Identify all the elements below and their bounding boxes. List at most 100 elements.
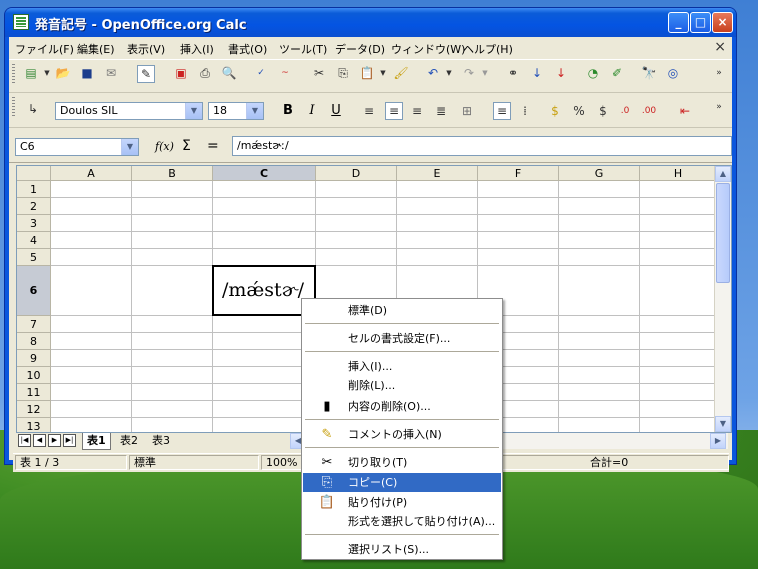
menu-item-insert-comment[interactable]: ✎ コメントの挿入(N)	[303, 425, 501, 444]
spellcheck-icon[interactable]: ✓	[253, 65, 269, 81]
next-sheet-icon[interactable]: ▶	[48, 434, 61, 447]
copy-toolbar-icon[interactable]: ⎘	[335, 65, 351, 81]
toolbar-grip[interactable]	[12, 64, 15, 84]
menu-item-copy[interactable]: ⎘ コピー(C)	[303, 473, 501, 492]
format-paintbrush-icon[interactable]: 🖌	[393, 65, 409, 81]
menu-item-paste[interactable]: 📋 貼り付け(P)	[303, 493, 501, 512]
column-header-h[interactable]: H	[640, 166, 717, 181]
function-wizard-icon[interactable]: f(x)	[155, 140, 174, 153]
cut-icon[interactable]: ✂	[311, 65, 327, 81]
underline-button[interactable]: U	[327, 102, 345, 120]
add-decimal-icon[interactable]: .0	[617, 103, 633, 119]
edit-mode-icon[interactable]: ✎	[137, 65, 155, 83]
row-header-6[interactable]: 6	[17, 266, 51, 316]
toolbar-overflow-icon[interactable]: »	[711, 65, 727, 81]
open-icon[interactable]: 📂	[55, 65, 71, 81]
chevron-down-icon[interactable]: ▼	[185, 103, 202, 119]
row-header-3[interactable]: 3	[17, 215, 51, 232]
chevron-down-icon[interactable]: ▼	[121, 139, 138, 155]
menu-item-delete[interactable]: 削除(L)...	[303, 376, 501, 395]
sort-descending-icon[interactable]: ↓	[553, 65, 569, 81]
sum-icon[interactable]: Σ	[182, 138, 191, 154]
minimize-button[interactable]: _	[668, 12, 689, 33]
new-dropdown-icon[interactable]: ▼	[39, 65, 55, 81]
column-header-b[interactable]: B	[132, 166, 213, 181]
print-preview-icon[interactable]: 🔍	[221, 65, 237, 81]
menu-file[interactable]: ファイル(F)	[15, 41, 74, 57]
new-document-icon[interactable]: ▤	[23, 65, 39, 81]
menu-insert[interactable]: 挿入(I)	[180, 41, 214, 57]
row-header-5[interactable]: 5	[17, 249, 51, 266]
undo-dropdown-icon[interactable]: ▼	[441, 65, 457, 81]
merge-cells-icon[interactable]: ⊞	[459, 103, 475, 119]
menu-item-default[interactable]: 標準(D)	[303, 301, 501, 320]
autospell-icon[interactable]: ~	[277, 65, 293, 81]
find-replace-icon[interactable]: 🔭	[641, 65, 657, 81]
sheet-tab-2[interactable]: 表2	[116, 433, 142, 449]
chart-icon[interactable]: ◔	[585, 65, 601, 81]
sheet-tab-3[interactable]: 表3	[148, 433, 174, 449]
scroll-right-icon[interactable]: ▶	[710, 433, 726, 449]
vertical-align-icon[interactable]: ⁞	[517, 103, 533, 119]
undo-icon[interactable]: ↶	[425, 65, 441, 81]
mail-icon[interactable]: ✉	[103, 65, 119, 81]
toolbar-grip[interactable]	[12, 97, 15, 117]
row-header-1[interactable]: 1	[17, 181, 51, 198]
paste-toolbar-icon[interactable]: 📋	[359, 65, 375, 81]
row-header-9[interactable]: 9	[17, 350, 51, 367]
vertical-scrollbar[interactable]: ▲ ▼	[714, 166, 731, 432]
paste-dropdown-icon[interactable]: ▼	[375, 65, 391, 81]
redo-icon[interactable]: ↷	[461, 65, 477, 81]
column-header-f[interactable]: F	[478, 166, 559, 181]
row-header-11[interactable]: 11	[17, 384, 51, 401]
percent-icon[interactable]: %	[571, 103, 587, 119]
save-icon[interactable]: ■	[79, 65, 95, 81]
menu-item-paste-special[interactable]: 形式を選択して貼り付け(A)...	[303, 512, 501, 531]
scroll-down-icon[interactable]: ▼	[715, 416, 731, 432]
menu-window[interactable]: ウィンドウ(W)	[391, 41, 465, 57]
row-header-2[interactable]: 2	[17, 198, 51, 215]
row-header-13[interactable]: 13	[17, 418, 51, 432]
last-sheet-icon[interactable]: ▶|	[63, 434, 76, 447]
function-icon[interactable]: =	[207, 138, 219, 154]
bold-button[interactable]: B	[279, 102, 297, 120]
chevron-down-icon[interactable]: ▼	[246, 103, 263, 119]
close-button[interactable]: ×	[712, 12, 733, 33]
maximize-button[interactable]: □	[690, 12, 711, 33]
first-sheet-icon[interactable]: |◀	[18, 434, 31, 447]
menu-item-format-cells[interactable]: セルの書式設定(F)...	[303, 329, 501, 348]
menu-item-clear-contents[interactable]: ▮ 内容の削除(O)...	[303, 397, 501, 416]
menu-edit[interactable]: 編集(E)	[77, 41, 115, 57]
menu-tools[interactable]: ツール(T)	[279, 41, 327, 57]
draw-functions-icon[interactable]: ✐	[609, 65, 625, 81]
redo-dropdown-icon[interactable]: ▼	[477, 65, 493, 81]
column-header-g[interactable]: G	[559, 166, 640, 181]
title-bar[interactable]: 発音記号 - OpenOffice.org Calc _ □ ×	[5, 8, 736, 37]
hyperlink-icon[interactable]: ⚭	[505, 65, 521, 81]
align-left-icon[interactable]: ≡	[361, 103, 377, 119]
sort-ascending-icon[interactable]: ↓	[529, 65, 545, 81]
print-icon[interactable]: ⎙	[197, 65, 213, 81]
close-document-icon[interactable]: ×	[714, 39, 726, 55]
menu-item-selection-list[interactable]: 選択リスト(S)...	[303, 540, 501, 559]
row-header-10[interactable]: 10	[17, 367, 51, 384]
column-header-d[interactable]: D	[316, 166, 397, 181]
font-name-combo[interactable]: Doulos SIL ▼	[55, 102, 203, 120]
row-header-12[interactable]: 12	[17, 401, 51, 418]
name-box[interactable]: C6 ▼	[15, 138, 139, 156]
align-right-icon[interactable]: ≡	[409, 103, 425, 119]
justify-icon[interactable]: ≣	[433, 103, 449, 119]
menu-format[interactable]: 書式(O)	[228, 41, 267, 57]
sheet-tab-1[interactable]: 表1	[82, 433, 111, 450]
menu-help[interactable]: ヘルプ(H)	[463, 41, 513, 57]
wrap-text-icon[interactable]: ≡	[493, 102, 511, 120]
prev-sheet-icon[interactable]: ◀	[33, 434, 46, 447]
page-style[interactable]: 標準	[129, 455, 259, 470]
column-header-e[interactable]: E	[397, 166, 478, 181]
pdf-export-icon[interactable]: ▣	[173, 65, 189, 81]
standard-format-icon[interactable]: $	[595, 103, 611, 119]
delete-decimal-icon[interactable]: .00	[641, 103, 657, 119]
row-header-4[interactable]: 4	[17, 232, 51, 249]
navigator-icon[interactable]: ◎	[665, 65, 681, 81]
number-format-currency-icon[interactable]: $	[547, 103, 563, 119]
